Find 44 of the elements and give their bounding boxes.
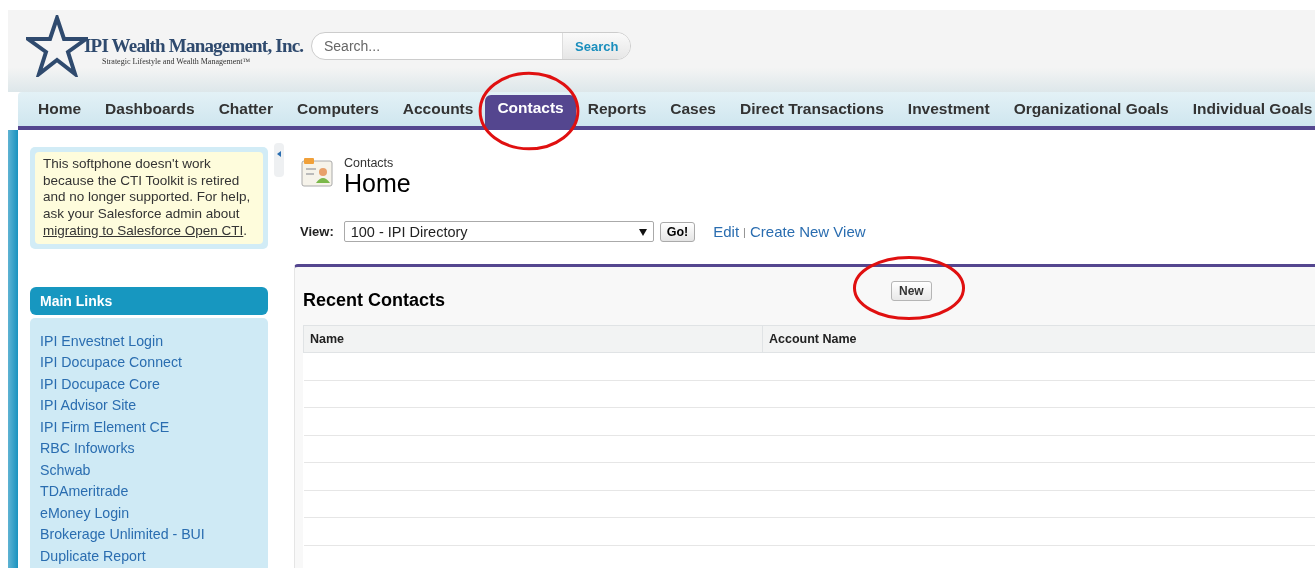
sidebar-link[interactable]: IPI Docupace Connect bbox=[40, 352, 258, 374]
collapse-handle[interactable] bbox=[274, 143, 284, 177]
sidebar-link[interactable]: TDAmeritrade bbox=[40, 481, 258, 503]
company-name: IPI Wealth Management, Inc. bbox=[84, 34, 304, 57]
softphone-notice: This softphone doesn't work because the CTI Toolkit is retired and no longer supported. For help, ask your Salesforce admin about migrating to Salesforce Open CTI. bbox=[35, 152, 263, 244]
sidebar-link[interactable]: eMoney Login bbox=[40, 502, 258, 524]
company-tagline: Strategic Lifestyle and Wealth Management™ bbox=[102, 56, 252, 66]
nav-tab[interactable]: Individual Goals bbox=[1180, 100, 1315, 126]
nav-tab[interactable]: Dashboards bbox=[93, 100, 207, 126]
link-separator: | bbox=[743, 225, 746, 238]
nav-tab[interactable]: Contacts bbox=[485, 95, 576, 126]
nav-tab[interactable]: Direct Transactions bbox=[728, 100, 896, 126]
contact-card-icon bbox=[300, 156, 336, 190]
collapse-arrow-icon bbox=[277, 151, 281, 157]
nav-tab[interactable]: Organizational Goals bbox=[1001, 100, 1181, 126]
sidebar-link[interactable]: Brokerage Unlimited - BUI bbox=[40, 524, 258, 546]
column-header[interactable]: Name bbox=[303, 325, 763, 353]
nav-tab[interactable]: Home bbox=[26, 100, 94, 126]
nav-tab[interactable]: Computers bbox=[284, 100, 391, 126]
sidebar-link[interactable]: RBC Infoworks bbox=[40, 438, 258, 460]
sidebar-link[interactable]: Schwab bbox=[40, 459, 258, 481]
sidebar-link[interactable]: Duplicate Report bbox=[40, 545, 258, 567]
sidebar-link[interactable]: IPI Docupace Core bbox=[40, 373, 258, 395]
nav-tab[interactable]: Chatter bbox=[206, 100, 285, 126]
notice-link[interactable]: migrating to Salesforce Open CTI bbox=[43, 222, 244, 238]
sidebar-link[interactable]: IPI Advisor Site bbox=[40, 395, 258, 417]
new-button[interactable]: New bbox=[891, 281, 932, 301]
view-label: View: bbox=[300, 224, 334, 239]
create-view-link[interactable]: Create New View bbox=[749, 223, 866, 240]
sidebar-link[interactable]: IPI Envestnet Login bbox=[40, 330, 258, 352]
nav-tab[interactable]: Reports bbox=[575, 100, 659, 126]
sidebar-link[interactable]: IPI Firm Element CE bbox=[40, 416, 258, 438]
main-links-header: Main Links bbox=[30, 286, 268, 315]
nav-tab[interactable]: Accounts bbox=[390, 100, 486, 126]
section-title: Recent Contacts bbox=[303, 289, 447, 311]
nav-tab[interactable]: Investment bbox=[895, 100, 1002, 126]
page-title: Home bbox=[344, 170, 411, 197]
nav-tab[interactable]: Cases bbox=[658, 100, 728, 126]
column-header[interactable]: Account Name bbox=[762, 325, 1315, 353]
object-label: Contacts bbox=[344, 156, 395, 170]
edit-link[interactable]: Edit bbox=[713, 223, 740, 240]
go-button[interactable]: Go! bbox=[659, 221, 696, 242]
dropdown-caret-icon bbox=[638, 227, 647, 236]
view-select[interactable]: 100 - IPI Directory bbox=[343, 221, 654, 242]
